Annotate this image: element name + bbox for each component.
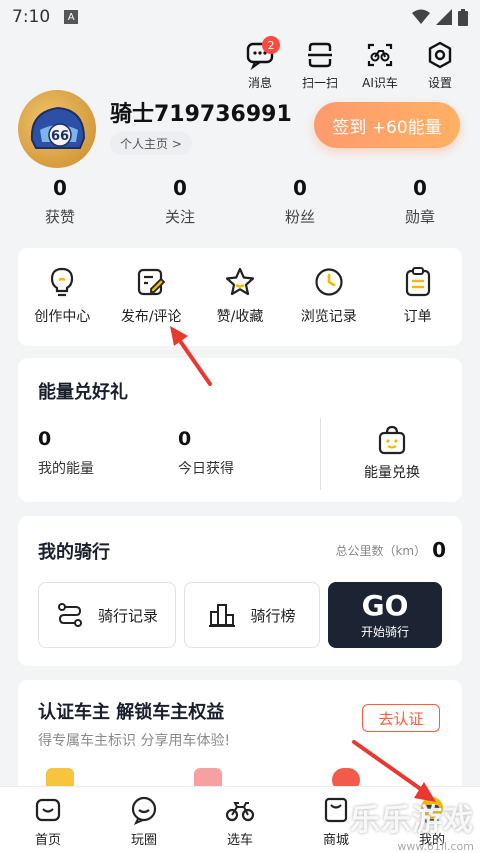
podium-icon (209, 604, 236, 627)
shortcut-label: 订单 (403, 309, 432, 325)
go-label: GO (361, 588, 409, 622)
nav-home[interactable]: 首页 (0, 787, 96, 853)
scan-label: 扫一扫 (301, 76, 338, 90)
ride-record-label: 骑行记录 (97, 606, 158, 625)
nav-choose-bike[interactable]: 选车 (192, 787, 288, 853)
my-energy[interactable]: 0 我的能量 (38, 428, 94, 478)
ai-bike-label: AI识车 (362, 76, 398, 90)
stat-value: 0 (53, 176, 67, 200)
shortcut-label: 赞/收藏 (216, 309, 264, 325)
status-icons (412, 8, 468, 26)
shop-bag-icon (324, 797, 348, 823)
today-energy[interactable]: 0 今日获得 (178, 428, 234, 478)
stat-value: 0 (413, 176, 427, 200)
settings-button[interactable]: 设置 (416, 40, 464, 91)
my-energy-value: 0 (38, 428, 52, 450)
nav-circle[interactable]: 玩圈 (96, 787, 192, 853)
watermark-logo: 乐乐游戏 (350, 803, 474, 838)
top-actions: 2 消息 扫一扫 AI识车 设置 (236, 36, 464, 91)
shortcut-label: 创作中心 (34, 309, 91, 325)
shortcut-creator-center[interactable]: 创作中心 (18, 248, 107, 346)
status-time: 7:10 (12, 7, 51, 27)
checkin-button[interactable]: 签到 +60能量 (314, 102, 460, 148)
riding-title: 我的骑行 (38, 542, 110, 563)
shortcut-orders[interactable]: 订单 (373, 248, 462, 346)
chat-circle-icon (131, 796, 157, 825)
shortcut-history[interactable]: 浏览记录 (284, 248, 373, 346)
scan-icon (308, 42, 332, 68)
status-bar: 7:10 A (0, 0, 480, 34)
ai-bike-button[interactable]: AI识车 (356, 40, 404, 91)
battery-icon (458, 8, 468, 26)
total-mileage-value: 0 (432, 538, 446, 562)
route-icon (57, 603, 82, 627)
stat-medals[interactable]: 0 勋章 (360, 176, 480, 227)
go-sub-label: 开始骑行 (360, 624, 409, 639)
ai-bike-icon (367, 43, 393, 67)
stat-label: 关注 (164, 208, 195, 226)
divider (320, 418, 321, 490)
shortcut-label: 发布/评论 (120, 309, 182, 325)
home-icon (35, 798, 61, 822)
stat-fans[interactable]: 0 粉丝 (240, 176, 360, 227)
stat-following[interactable]: 0 关注 (120, 176, 240, 227)
order-icon (405, 267, 430, 297)
scan-button[interactable]: 扫一扫 (296, 40, 344, 91)
messages-label: 消息 (247, 76, 272, 90)
verify-owner-card: 认证车主 解锁车主权益 得专属车主标识 分享用车体验! 去认证 (18, 680, 462, 800)
notification-a-icon: A (64, 10, 79, 24)
motorcycle-icon (225, 802, 255, 822)
stat-label: 粉丝 (284, 208, 315, 226)
my-energy-label: 我的能量 (38, 461, 94, 477)
messages-button[interactable]: 2 消息 (236, 36, 284, 91)
nav-label: 首页 (34, 833, 61, 848)
avatar[interactable]: 66 (18, 90, 96, 168)
stat-label: 获赞 (44, 208, 75, 226)
nav-label: 选车 (226, 833, 253, 848)
stat-value: 0 (173, 176, 187, 200)
profile-home-link[interactable]: 个人主页 > (110, 132, 192, 155)
username: 骑士719736991 (110, 102, 292, 127)
total-mileage: 总公里数（km） 0 (335, 538, 446, 562)
energy-card: 能量兑好礼 0 我的能量 0 今日获得 能量兑换 (18, 358, 462, 502)
clock-icon (315, 268, 343, 296)
shortcut-label: 浏览记录 (300, 309, 357, 325)
start-riding-button[interactable]: GO 开始骑行 (328, 582, 442, 648)
total-mileage-label: 总公里数（km） (335, 543, 427, 558)
settings-icon (428, 41, 452, 69)
edit-icon (138, 268, 166, 296)
nav-label: 商城 (322, 833, 349, 848)
signal-icon (436, 9, 452, 25)
verify-title: 认证车主 解锁车主权益 (38, 702, 225, 723)
bulb-icon (51, 267, 74, 297)
helmet-avatar-image: 66 (30, 106, 86, 149)
stat-label: 勋章 (404, 208, 435, 226)
today-energy-value: 0 (178, 428, 192, 450)
shortcut-publish-comment[interactable]: 发布/评论 (107, 248, 196, 346)
stat-likes[interactable]: 0 获赞 (0, 176, 120, 227)
ride-rank-button[interactable]: 骑行榜 (184, 582, 320, 648)
today-energy-label: 今日获得 (178, 461, 234, 477)
energy-title: 能量兑好礼 (38, 382, 128, 403)
shortcuts-card: 创作中心 发布/评论 赞/收藏 浏览记录 订单 (18, 248, 462, 346)
avatar-number: 66 (51, 129, 69, 144)
nav-label: 玩圈 (130, 833, 157, 848)
verify-subtitle: 得专属车主标识 分享用车体验! (38, 733, 231, 749)
shortcut-likes-favorites[interactable]: 赞/收藏 (196, 248, 285, 346)
ride-rank-label: 骑行榜 (250, 606, 296, 625)
ride-record-button[interactable]: 骑行记录 (38, 582, 176, 648)
energy-exchange-button[interactable]: 能量兑换 (322, 424, 462, 482)
settings-label: 设置 (427, 76, 452, 90)
message-badge: 2 (262, 36, 280, 54)
star-icon (225, 267, 255, 296)
verify-button[interactable]: 去认证 (362, 704, 440, 732)
stat-value: 0 (293, 176, 307, 200)
riding-card: 我的骑行 总公里数（km） 0 骑行记录 骑行榜 GO 开始骑行 (18, 516, 462, 666)
exchange-label: 能量兑换 (364, 465, 420, 481)
gift-bag-icon (378, 425, 406, 455)
watermark-url: www.61ll.com (397, 840, 474, 853)
stats-row: 0 获赞 0 关注 0 粉丝 0 勋章 (0, 176, 480, 227)
wifi-icon (412, 9, 430, 24)
